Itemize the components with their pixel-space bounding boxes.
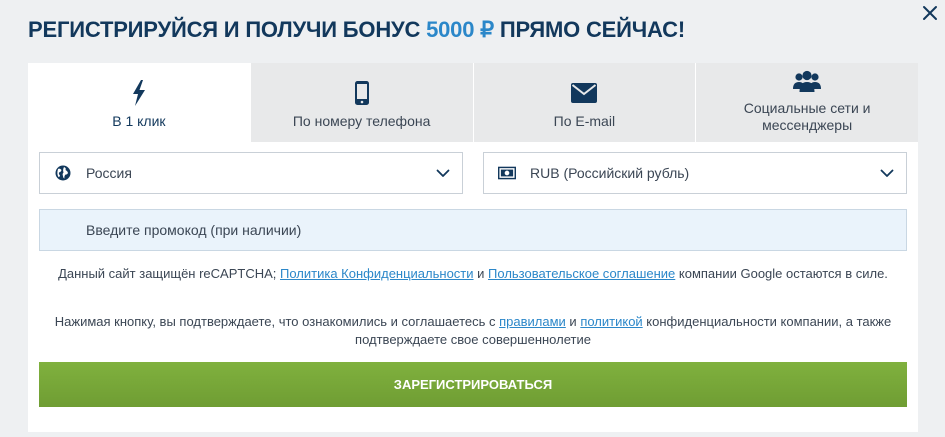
title-bonus: 5000 ₽: [426, 17, 494, 42]
conjunction-text: и: [473, 266, 489, 281]
privacy-policy-link[interactable]: Политика Конфиденциальности: [280, 266, 474, 281]
phone-icon: [354, 79, 370, 107]
registration-modal: РЕГИСТРИРУЙСЯ И ПОЛУЧИ БОНУС 5000 ₽ ПРЯМ…: [0, 0, 945, 437]
tab-label: Социальные сети и мессенджеры: [743, 100, 871, 133]
terms-notice: Нажимая кнопку, вы подтверждаете, что оз…: [28, 313, 918, 349]
tab-one-click[interactable]: В 1 клик: [28, 63, 250, 142]
policy-link[interactable]: политикой: [580, 314, 642, 329]
recaptcha-suffix-text: компании Google остаются в силе.: [675, 266, 888, 281]
tab-email[interactable]: По E-mail: [472, 63, 696, 142]
conjunction-text: и: [565, 314, 581, 329]
promo-code-field[interactable]: [39, 209, 907, 251]
select-row: Россия RUB (Российский рубль): [39, 152, 907, 194]
registration-tabs: В 1 клик По номеру телефона По E-mail Со…: [28, 63, 918, 142]
close-icon: [923, 6, 937, 20]
globe-icon: [54, 164, 72, 182]
page-title: РЕГИСТРИРУЙСЯ И ПОЛУЧИ БОНУС 5000 ₽ ПРЯМ…: [28, 14, 685, 46]
chevron-down-icon: [436, 168, 450, 178]
tab-phone[interactable]: По номеру телефона: [249, 63, 473, 142]
users-icon: [793, 68, 822, 96]
lightning-icon: [131, 79, 147, 107]
tab-social[interactable]: Социальные сети и мессенджеры: [695, 63, 918, 142]
title-text-part1: РЕГИСТРИРУЙСЯ И ПОЛУЧИ БОНУС: [28, 17, 427, 42]
envelope-icon: [571, 79, 598, 107]
banknote-icon: [498, 164, 516, 182]
registration-panel: В 1 клик По номеру телефона По E-mail Со…: [28, 63, 918, 432]
terms-text: Нажимая кнопку, вы подтверждаете, что оз…: [54, 314, 500, 329]
recaptcha-notice: Данный сайт защищён reCAPTCHA; Политика …: [28, 265, 918, 283]
recaptcha-text: Данный сайт защищён reCAPTCHA;: [58, 266, 280, 281]
tab-label: По номеру телефона: [292, 113, 431, 129]
tab-label: В 1 клик: [112, 113, 166, 129]
country-value: Россия: [86, 165, 132, 181]
country-select[interactable]: Россия: [39, 152, 463, 194]
currency-value: RUB (Российский рубль): [530, 165, 690, 181]
chevron-down-icon: [880, 168, 894, 178]
currency-select[interactable]: RUB (Российский рубль): [483, 152, 907, 194]
tab-label: По E-mail: [553, 113, 616, 129]
close-button[interactable]: [921, 4, 939, 22]
rules-link[interactable]: правилами: [499, 314, 566, 329]
user-agreement-link[interactable]: Пользовательское соглашение: [488, 266, 675, 281]
title-text-part2: ПРЯМО СЕЙЧАС!: [493, 17, 685, 42]
promo-code-input[interactable]: [84, 221, 888, 239]
register-button[interactable]: ЗАРЕГИСТРИРОВАТЬСЯ: [39, 362, 907, 407]
